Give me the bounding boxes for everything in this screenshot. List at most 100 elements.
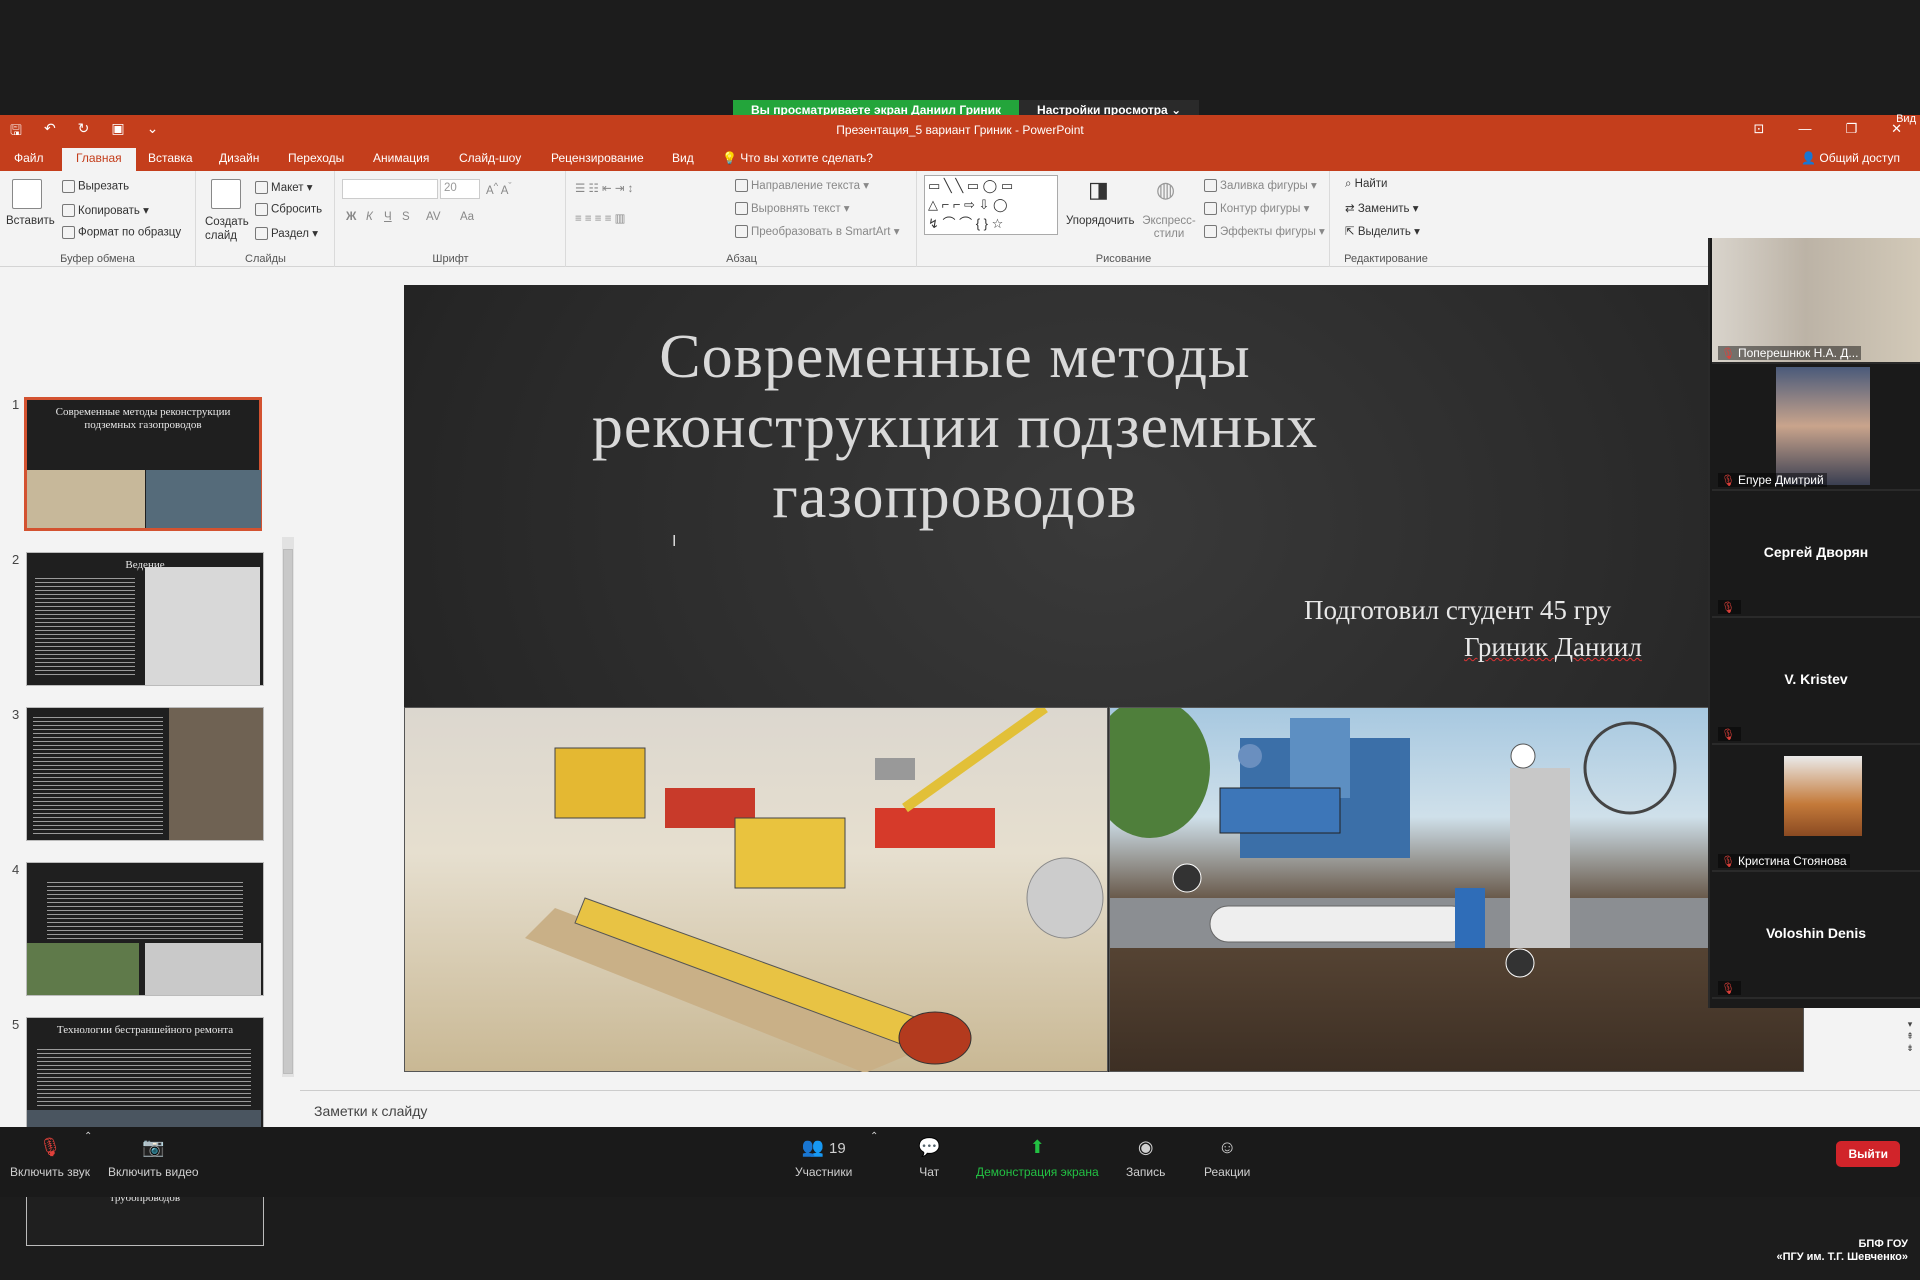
slide-scroll-arrows[interactable]: ▾ ⇞ ⇟: [1902, 1018, 1918, 1072]
participant-tile[interactable]: 🎙 Епуре Дмитрий: [1712, 365, 1920, 491]
format-painter-label: Формат по образцу: [78, 226, 182, 239]
tab-animations[interactable]: Анимация: [373, 151, 429, 165]
tab-insert[interactable]: Вставка: [148, 151, 193, 165]
spacing-button[interactable]: AV: [426, 211, 441, 223]
participant-tile[interactable]: 🎙 Поперешнюк Н.А. Д...: [1712, 238, 1920, 364]
minimize-icon[interactable]: —: [1798, 121, 1811, 137]
thumbnails-scrollbar[interactable]: [282, 537, 294, 1077]
thumb-number: 1: [12, 397, 20, 412]
text-direction-button[interactable]: Направление текста ▾: [735, 178, 869, 193]
bold-button[interactable]: Ж: [346, 211, 356, 223]
arrange-icon[interactable]: ◨: [1088, 177, 1118, 207]
copy-button[interactable]: Копировать ▾: [62, 203, 149, 218]
record-button[interactable]: ◉ Запись: [1126, 1135, 1165, 1179]
shape-outline-label: Контур фигуры: [1220, 203, 1301, 215]
participants-button[interactable]: 👥 19 Участники: [795, 1135, 852, 1179]
text-cursor-icon: Ι: [672, 533, 677, 550]
smartart-button[interactable]: Преобразовать в SmartArt ▾: [735, 224, 899, 239]
reactions-button[interactable]: ☺ Реакции: [1204, 1135, 1250, 1179]
slide-image-pipeline-renovation[interactable]: [1090, 698, 1804, 1072]
text-direction-label: Направление текста: [751, 180, 861, 192]
slide-thumbnail-2[interactable]: Ведение: [26, 552, 264, 686]
slide-canvas[interactable]: Современные методы реконструкции подземн…: [404, 285, 1804, 1072]
strikethrough-button[interactable]: S: [402, 211, 410, 223]
slide-thumbnail-3[interactable]: [26, 707, 264, 841]
paste-icon[interactable]: [12, 179, 42, 209]
start-video-button[interactable]: 📷 Включить видео: [108, 1135, 199, 1179]
arrange-button[interactable]: Упорядочить: [1066, 215, 1134, 227]
participant-tile[interactable]: Сергей Дворян 🎙: [1712, 492, 1920, 618]
font-group-label: Шрифт: [432, 253, 469, 265]
org-line-2: «ПГУ им. Т.Г. Шевченко»: [1776, 1251, 1908, 1263]
grow-font-icon[interactable]: A^ Aˇ: [486, 181, 512, 197]
scrollbar-thumb[interactable]: [283, 549, 293, 1074]
leave-button[interactable]: Выйти: [1836, 1141, 1900, 1167]
participant-tile[interactable]: 🎙 Кристина Стоянова: [1712, 746, 1920, 872]
tab-file[interactable]: Файл: [14, 151, 44, 165]
unmute-button[interactable]: 🎙 Включить звук: [10, 1135, 90, 1179]
cut-button[interactable]: Вырезать: [62, 180, 129, 193]
screen: Вы просматриваете экран Даниил Гриник На…: [0, 0, 1920, 1280]
maximize-icon[interactable]: ❐: [1845, 121, 1857, 137]
editing-group: ⌕ Найти ⇄ Заменить ▾ ⇱ Выделить ▾ Редакт…: [1331, 171, 1441, 267]
copy-icon: [62, 204, 75, 218]
shape-outline-button[interactable]: Контур фигуры ▾: [1204, 201, 1309, 216]
tab-review[interactable]: Рецензирование: [551, 151, 644, 165]
tab-transitions[interactable]: Переходы: [288, 151, 344, 165]
notes-bar[interactable]: Заметки к слайду: [300, 1090, 1920, 1127]
audio-options-icon[interactable]: ⌃: [84, 1131, 92, 1142]
cut-label: Вырезать: [78, 180, 130, 193]
organization-watermark: БПФ ГОУ «ПГУ им. Т.Г. Шевченко»: [1776, 1238, 1908, 1264]
chat-button[interactable]: 💬 Чат: [918, 1135, 940, 1179]
slide-image-tunneling-machine[interactable]: [404, 703, 1108, 1072]
paint-bucket-icon: [1204, 179, 1217, 193]
find-button[interactable]: ⌕ Найти: [1345, 178, 1387, 191]
participant-name: Епуре Дмитрий: [1737, 473, 1824, 487]
font-size-input[interactable]: 20: [440, 179, 480, 199]
notes-label[interactable]: Заметки к слайду: [314, 1103, 427, 1119]
bullets-icon[interactable]: ☰ ☷ ⇤ ⇥ ↕: [575, 181, 633, 195]
share-screen-icon: ⬆: [1029, 1137, 1045, 1157]
paste-button[interactable]: Вставить: [6, 215, 55, 227]
slide-subtitle-line-1[interactable]: Подготовил студент 45 гру: [1304, 595, 1611, 626]
person-icon: 👤: [1801, 151, 1817, 165]
participant-tile[interactable]: Voloshin Denis 🎙: [1712, 873, 1920, 999]
tab-home[interactable]: Главная: [62, 148, 136, 171]
new-slide-button[interactable]: Создать слайд: [205, 215, 253, 243]
shape-fill-button[interactable]: Заливка фигуры ▾: [1204, 178, 1317, 193]
underline-button[interactable]: Ч: [384, 211, 392, 223]
format-painter-button[interactable]: Формат по образцу: [62, 226, 181, 239]
quick-styles-button[interactable]: Экспресс-стили: [1140, 215, 1198, 241]
replace-button[interactable]: ⇄ Заменить ▾: [1345, 201, 1419, 215]
layout-label: Макет: [271, 182, 304, 194]
change-case-button[interactable]: Aa: [460, 211, 474, 223]
slide-thumbnail-1[interactable]: Современные методы реконструкции подземн…: [24, 397, 262, 531]
italic-button[interactable]: К: [366, 211, 373, 223]
shapes-gallery[interactable]: ▭ ╲ ╲ ▭ ◯ ▭ △ ⌐ ⌐ ⇨ ⇩ ◯ ↯ ⌒ ⌒ { } ☆: [924, 175, 1058, 235]
reset-button[interactable]: Сбросить: [255, 203, 322, 216]
font-name-input[interactable]: [342, 179, 438, 199]
new-slide-icon[interactable]: [211, 179, 241, 209]
share-screen-button[interactable]: ⬆ Демонстрация экрана: [976, 1135, 1099, 1179]
slide-title[interactable]: Современные методы реконструкции подземн…: [464, 322, 1446, 532]
section-button[interactable]: Раздел ▾: [255, 226, 318, 241]
tab-slideshow[interactable]: Слайд-шоу: [459, 151, 521, 165]
participants-options-icon[interactable]: ⌃: [870, 1131, 878, 1142]
share-button[interactable]: 👤 Общий доступ: [1801, 151, 1900, 165]
tell-me-search[interactable]: 💡 Что вы хотите сделать?: [722, 151, 873, 165]
slide-subtitle-line-2[interactable]: Гриник Даниил: [1464, 632, 1642, 663]
font-group: 20 A^ Aˇ Ж К Ч S AV Aa Шрифт: [336, 171, 566, 267]
align-icons[interactable]: ≡ ≡ ≡ ≡ ▥: [575, 211, 626, 225]
camera-off-icon: 📷: [142, 1137, 165, 1157]
select-button[interactable]: ⇱ Выделить ▾: [1345, 224, 1420, 238]
tab-design[interactable]: Дизайн: [219, 151, 259, 165]
shape-effects-button[interactable]: Эффекты фигуры ▾: [1204, 224, 1325, 239]
view-label[interactable]: Вид: [1896, 113, 1916, 125]
layout-button[interactable]: Макет ▾: [255, 180, 313, 195]
ribbon-display-icon[interactable]: ⊡: [1754, 121, 1765, 137]
align-text-button[interactable]: Выровнять текст ▾: [735, 201, 850, 216]
tab-view[interactable]: Вид: [672, 151, 694, 165]
participant-tile[interactable]: V. Kristev 🎙: [1712, 619, 1920, 745]
slide-thumbnail-4[interactable]: [26, 862, 264, 996]
quick-styles-icon[interactable]: ◍: [1156, 177, 1186, 207]
